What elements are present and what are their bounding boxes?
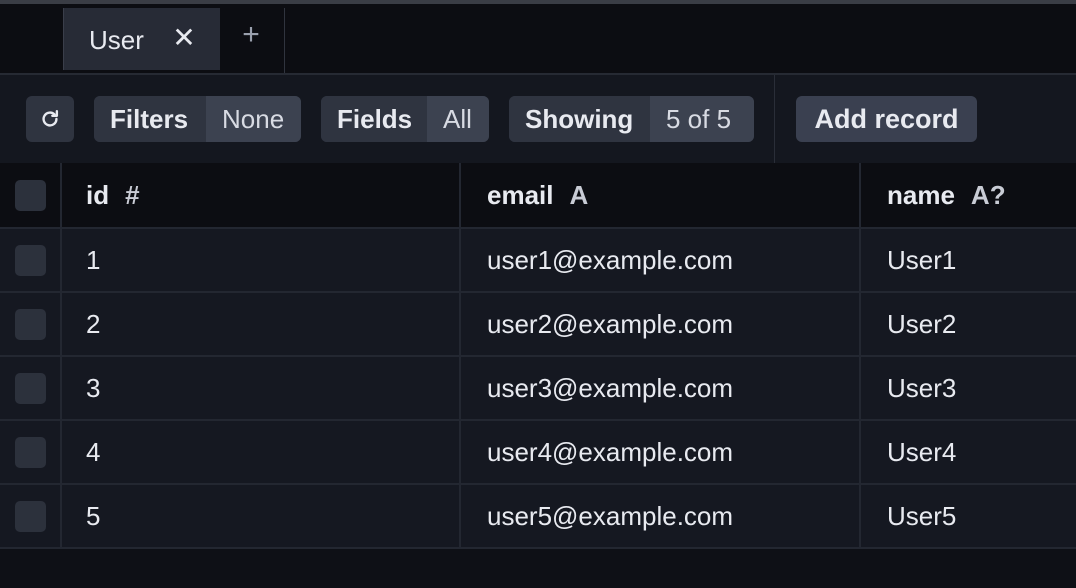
filters-label: Filters bbox=[94, 96, 206, 142]
row-checkbox[interactable] bbox=[14, 500, 46, 532]
cell-name[interactable]: User1 bbox=[861, 229, 1076, 291]
toolbar-divider bbox=[774, 75, 775, 163]
table-row: 5 user5@example.com User5 bbox=[0, 485, 1076, 549]
row-checkbox[interactable] bbox=[14, 372, 46, 404]
table-row: 3 user3@example.com User3 bbox=[0, 357, 1076, 421]
cell-name[interactable]: User2 bbox=[861, 293, 1076, 355]
cell-id[interactable]: 4 bbox=[62, 421, 461, 483]
showing-value: 5 of 5 bbox=[650, 96, 754, 142]
add-tab-icon[interactable]: + bbox=[236, 20, 266, 50]
records-table: id # email A name A? 1 user1@example.com… bbox=[0, 163, 1076, 549]
tab-bar: User ✕ + bbox=[0, 4, 1076, 74]
row-checkbox[interactable] bbox=[14, 436, 46, 468]
table-row: 2 user2@example.com User2 bbox=[0, 293, 1076, 357]
table-header-row: id # email A name A? bbox=[0, 163, 1076, 229]
refresh-button[interactable] bbox=[26, 96, 74, 142]
fields-button[interactable]: Fields All bbox=[321, 96, 489, 142]
cell-id[interactable]: 5 bbox=[62, 485, 461, 547]
cell-email[interactable]: user4@example.com bbox=[461, 421, 861, 483]
cell-id[interactable]: 1 bbox=[62, 229, 461, 291]
select-all-cell bbox=[0, 163, 62, 227]
column-header-id[interactable]: id # bbox=[62, 163, 461, 227]
cell-id[interactable]: 2 bbox=[62, 293, 461, 355]
column-type-badge: A? bbox=[970, 179, 1006, 210]
column-type-badge: # bbox=[125, 179, 140, 210]
table-row: 4 user4@example.com User4 bbox=[0, 421, 1076, 485]
close-icon[interactable]: ✕ bbox=[172, 24, 196, 52]
row-select-cell bbox=[0, 229, 62, 291]
column-header-email[interactable]: email A bbox=[461, 163, 861, 227]
cell-email[interactable]: user2@example.com bbox=[461, 293, 861, 355]
select-all-checkbox[interactable] bbox=[14, 179, 46, 211]
column-type-badge: A bbox=[569, 179, 589, 210]
toolbar: Filters None Fields All Showing 5 of 5 A… bbox=[0, 75, 1076, 163]
fields-value: All bbox=[427, 96, 489, 142]
refresh-icon bbox=[39, 108, 61, 130]
showing-label: Showing bbox=[509, 96, 650, 142]
filters-button[interactable]: Filters None bbox=[94, 96, 301, 142]
tab-user[interactable]: User ✕ bbox=[63, 8, 220, 70]
cell-name[interactable]: User4 bbox=[861, 421, 1076, 483]
row-checkbox[interactable] bbox=[14, 244, 46, 276]
row-select-cell bbox=[0, 485, 62, 547]
cell-email[interactable]: user1@example.com bbox=[461, 229, 861, 291]
row-select-cell bbox=[0, 357, 62, 419]
filters-value: None bbox=[206, 96, 301, 142]
cell-id[interactable]: 3 bbox=[62, 357, 461, 419]
cell-name[interactable]: User5 bbox=[861, 485, 1076, 547]
tab-label: User bbox=[89, 25, 144, 55]
column-name: id bbox=[86, 179, 110, 210]
tab-divider bbox=[284, 8, 285, 74]
cell-email[interactable]: user3@example.com bbox=[461, 357, 861, 419]
cell-name[interactable]: User3 bbox=[861, 357, 1076, 419]
cell-email[interactable]: user5@example.com bbox=[461, 485, 861, 547]
row-select-cell bbox=[0, 421, 62, 483]
column-header-name[interactable]: name A? bbox=[861, 163, 1076, 227]
row-select-cell bbox=[0, 293, 62, 355]
fields-label: Fields bbox=[321, 96, 427, 142]
column-name: name bbox=[887, 179, 955, 210]
row-checkbox[interactable] bbox=[14, 308, 46, 340]
add-record-button[interactable]: Add record bbox=[796, 96, 977, 142]
column-name: email bbox=[487, 179, 554, 210]
table-row: 1 user1@example.com User1 bbox=[0, 229, 1076, 293]
showing-button[interactable]: Showing 5 of 5 bbox=[509, 96, 754, 142]
